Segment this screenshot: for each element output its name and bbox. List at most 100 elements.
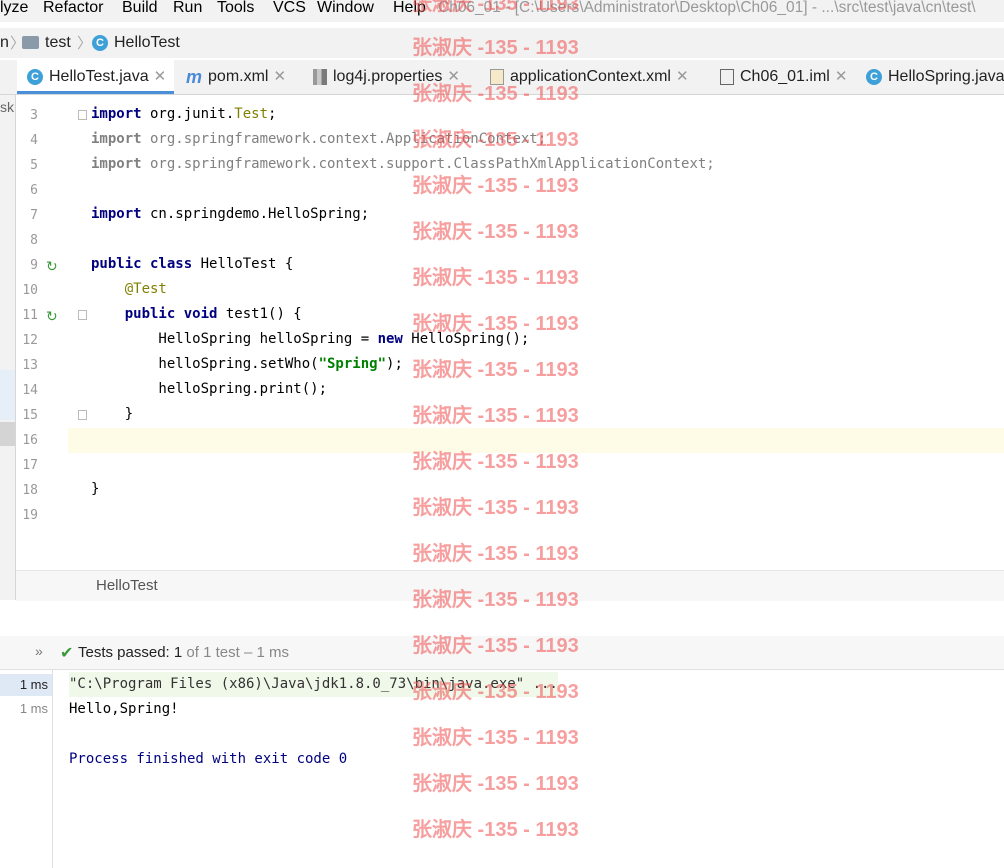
- menu-window[interactable]: Window: [317, 0, 374, 19]
- watermark: 张淑庆 -135 - 1193: [412, 267, 579, 289]
- watermark: 张淑庆 -135 - 1193: [412, 819, 579, 841]
- c-class-icon: C: [92, 34, 108, 51]
- code-text: org.junit.: [141, 106, 235, 122]
- close-icon[interactable]: ✕: [676, 68, 689, 85]
- run-test-icon[interactable]: ↻: [46, 309, 60, 323]
- project-panel-edge[interactable]: sk: [0, 95, 16, 600]
- expand-icon[interactable]: »: [35, 643, 43, 659]
- watermark: 张淑庆 -135 - 1193: [412, 313, 579, 335]
- tests-count: 1: [173, 644, 183, 661]
- line-number: 4: [30, 133, 38, 148]
- line-number: 19: [22, 508, 38, 523]
- properties-icon: [313, 68, 327, 85]
- folder-icon: [22, 36, 39, 50]
- editor-gutter: 3 4 5 6 7 8 9 10 11 12 13 14 15 16 17 18…: [16, 95, 87, 570]
- breadcrumb-label: HelloTest: [114, 34, 180, 51]
- line-number: 11: [22, 308, 38, 323]
- menu-analyze[interactable]: lyze: [0, 0, 28, 19]
- tests-status: Tests passed: 1 of 1 test – 1 ms: [78, 644, 289, 661]
- tab-label: HelloSpring.java: [888, 68, 1004, 85]
- code-text: );: [386, 356, 403, 372]
- watermark: 张淑庆 -135 - 1193: [412, 405, 579, 427]
- menu-tools[interactable]: Tools: [217, 0, 254, 19]
- watermark: 张淑庆 -135 - 1193: [412, 359, 579, 381]
- close-icon[interactable]: ✕: [835, 68, 848, 85]
- close-icon[interactable]: ✕: [273, 68, 286, 85]
- watermark: 张淑庆 -135 - 1193: [412, 175, 579, 197]
- code-keyword: public void: [91, 306, 218, 322]
- tab-hellospring-java[interactable]: C HelloSpring.java: [866, 60, 1004, 94]
- breadcrumb-item-root[interactable]: n: [0, 33, 9, 53]
- line-number: 3: [30, 108, 38, 123]
- line-number: 7: [30, 208, 38, 223]
- structure-class-label[interactable]: HelloTest: [96, 577, 158, 594]
- watermark: 张淑庆 -135 - 1193: [412, 83, 579, 105]
- code-keyword: import: [91, 206, 142, 222]
- close-icon[interactable]: ✕: [154, 68, 167, 85]
- code-line-11: public void test1() {: [91, 302, 302, 327]
- code-text: test1() {: [217, 306, 302, 322]
- code-text: HelloTest {: [192, 256, 294, 272]
- code-line-14: helloSpring.print();: [91, 381, 328, 397]
- line-number: 16: [22, 433, 38, 448]
- console-line-output: Hello,Spring!: [69, 701, 179, 717]
- menu-build[interactable]: Build: [122, 0, 158, 19]
- watermark: 张淑庆 -135 - 1193: [412, 773, 579, 795]
- iml-icon: [720, 68, 734, 85]
- fold-icon[interactable]: [78, 110, 87, 120]
- line-number: 17: [22, 458, 38, 473]
- tab-label: HelloTest.java: [49, 68, 149, 85]
- code-text: ;: [268, 106, 277, 122]
- watermark: 张淑庆 -135 - 1193: [412, 221, 579, 243]
- line-number: 15: [22, 408, 38, 423]
- code-keyword: import: [91, 106, 142, 122]
- code-line-3: import org.junit.Test;: [91, 102, 276, 127]
- test-time: 1 ms: [19, 677, 48, 692]
- watermark: 张淑庆 -135 - 1193: [412, 451, 579, 473]
- run-test-icon[interactable]: ↻: [46, 259, 60, 273]
- code-line-18: }: [91, 481, 100, 497]
- watermark: 张淑庆 -135 - 1193: [412, 635, 579, 657]
- watermark: 张淑庆 -135 - 1193: [412, 543, 579, 565]
- line-number: 9: [30, 258, 38, 273]
- watermark: 张淑庆 -135 - 1193: [412, 37, 579, 59]
- line-number: 6: [30, 183, 38, 198]
- menu-refactor[interactable]: Refactor: [43, 0, 103, 19]
- breadcrumb-item-test[interactable]: test: [22, 33, 71, 53]
- tab-pom-xml[interactable]: m pom.xml ✕: [186, 60, 286, 94]
- project-selection-active: [0, 422, 15, 446]
- test-time: 1 ms: [19, 701, 48, 716]
- line-number: 14: [22, 383, 38, 398]
- code-text: helloSpring.setWho(: [91, 356, 319, 372]
- line-number: 13: [22, 358, 38, 373]
- code-keyword: import: [91, 156, 142, 172]
- line-number: 18: [22, 483, 38, 498]
- line-number: 8: [30, 233, 38, 248]
- code-text: HelloSpring helloSpring =: [91, 331, 378, 347]
- tab-ch06-01-iml[interactable]: Ch06_01.iml ✕: [720, 60, 847, 94]
- tab-label: Ch06_01.iml: [740, 68, 830, 85]
- code-string: "Spring": [318, 356, 387, 372]
- tab-label: pom.xml: [208, 68, 269, 86]
- code-line-5: import org.springframework.context.suppo…: [91, 152, 715, 177]
- code-text: org.springframework.context.support.Clas…: [141, 156, 715, 172]
- menu-vcs[interactable]: VCS: [273, 0, 306, 19]
- tests-label: Tests passed:: [78, 644, 170, 661]
- code-line-9: public class HelloTest {: [91, 252, 293, 277]
- code-keyword: public class: [91, 256, 193, 272]
- tab-hellotest-java[interactable]: C HelloTest.java ✕: [17, 60, 175, 94]
- fold-icon[interactable]: [78, 410, 87, 420]
- fold-icon[interactable]: [78, 310, 87, 320]
- breadcrumb-label: test: [45, 34, 71, 51]
- tests-detail: of 1 test – 1 ms: [186, 644, 289, 661]
- code-line-10: @Test: [91, 281, 167, 297]
- code-line-13: helloSpring.setWho("Spring");: [91, 352, 403, 377]
- line-number: 10: [22, 283, 38, 298]
- chevron-right-icon: 〉: [77, 35, 93, 52]
- code-line-15: }: [91, 406, 134, 422]
- code-annotation: Test: [234, 106, 269, 122]
- code-text: cn.springdemo.HelloSpring;: [141, 206, 370, 222]
- project-panel-text: sk: [0, 99, 14, 115]
- menu-run[interactable]: Run: [173, 0, 202, 19]
- breadcrumb-item-hellotest[interactable]: C HelloTest: [92, 33, 180, 53]
